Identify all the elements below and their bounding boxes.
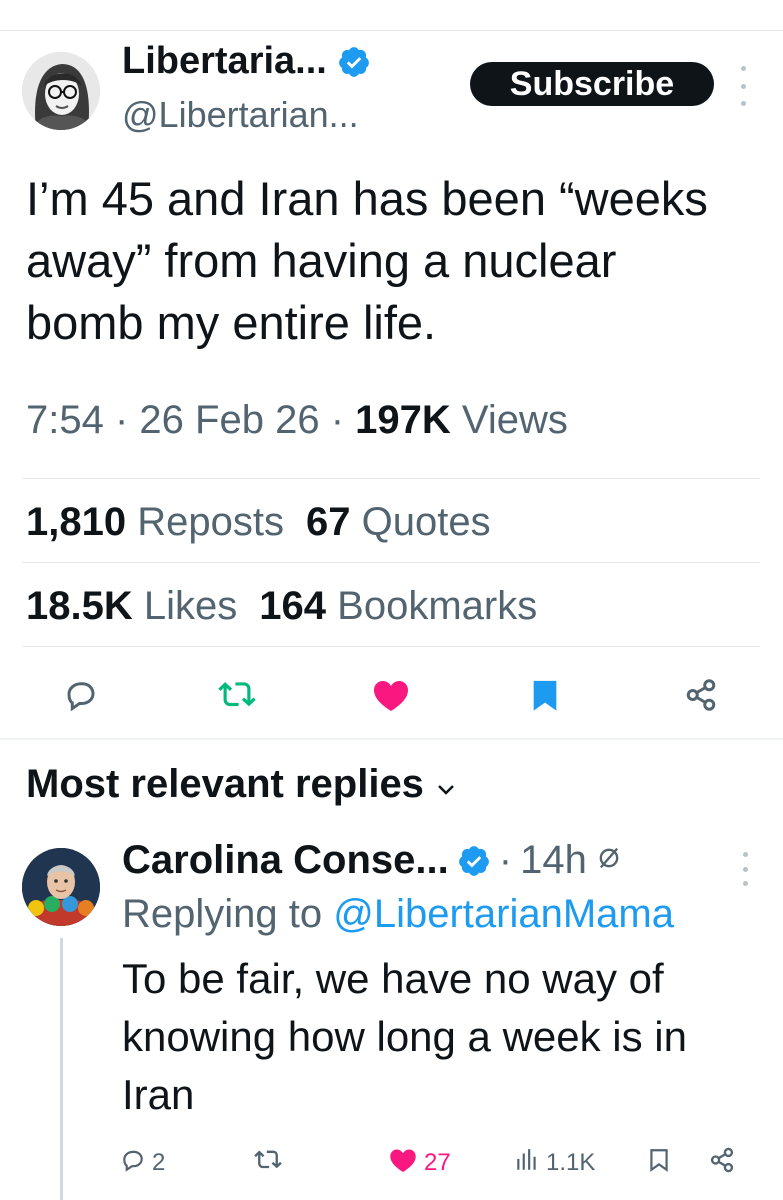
repost-icon[interactable]: [212, 670, 262, 720]
reposts-stat[interactable]: 1,810 Reposts: [26, 500, 284, 544]
views-count: 197K: [355, 398, 451, 442]
divider: [22, 646, 760, 647]
reply-more-dots-icon[interactable]: [738, 852, 752, 886]
quotes-stat[interactable]: 67 Quotes: [306, 500, 491, 544]
reply-comment-count: 2: [152, 1149, 166, 1176]
bookmarks-count: 164: [259, 584, 327, 628]
reply-like-button[interactable]: 27: [388, 1146, 451, 1180]
views-label: Views: [461, 398, 568, 442]
subscribe-button[interactable]: Subscribe: [470, 62, 714, 106]
author-avatar[interactable]: [22, 52, 100, 130]
more-dots-icon[interactable]: [736, 66, 750, 106]
bookmarks-stat[interactable]: 164 Bookmarks: [259, 584, 537, 628]
tweet-text: I’m 45 and Iran has been “weeks away” fr…: [26, 172, 708, 349]
reply-author-avatar[interactable]: [22, 848, 100, 926]
reply-like-count: 27: [424, 1149, 451, 1176]
reply-bubble-icon: [120, 1147, 146, 1180]
reply-separator: ·: [498, 838, 513, 882]
repost-arrows-icon: [254, 1146, 282, 1181]
likes-stat[interactable]: 18.5K Likes: [26, 584, 237, 628]
author-name-line[interactable]: Libertaria...: [122, 40, 371, 83]
replies-title: Most relevant replies: [26, 762, 424, 806]
quotes-count: 67: [305, 500, 351, 544]
replying-prefix: Replying to: [122, 892, 323, 936]
bookmark-outline-icon: [646, 1145, 672, 1182]
reply-icon[interactable]: [56, 670, 106, 720]
replies-sort-dropdown[interactable]: Most relevant replies: [26, 762, 456, 807]
reply-header: Carolina Conse... · 14h: [122, 838, 623, 883]
section-divider: [0, 738, 783, 740]
reply-views-button[interactable]: 1.1K: [514, 1146, 595, 1180]
reply-comment-button[interactable]: 2: [120, 1146, 165, 1180]
heart-icon: [388, 1145, 418, 1182]
bar-chart-icon: [514, 1147, 540, 1180]
quotes-label: Quotes: [361, 500, 491, 544]
reply-view-count: 1.1K: [546, 1149, 596, 1176]
stats-row-reposts: 1,810 Reposts 67 Quotes: [26, 500, 491, 545]
meta-separator: ·: [114, 398, 140, 442]
bookmarks-label: Bookmarks: [337, 584, 538, 628]
meta-separator: ·: [330, 398, 356, 442]
reply-text: To be fair, we have no way of knowing ho…: [122, 955, 687, 1118]
divider: [22, 562, 760, 563]
reposts-count: 1,810: [26, 500, 127, 544]
replying-handle-link[interactable]: @LibertarianMama: [333, 892, 674, 936]
slashed-circle-icon: [595, 844, 623, 877]
divider: [22, 478, 760, 479]
share-icon[interactable]: [676, 670, 726, 720]
replying-to: Replying to @LibertarianMama: [122, 892, 674, 937]
reply-share-button[interactable]: [708, 1146, 736, 1180]
reposts-label: Reposts: [137, 500, 284, 544]
thread-line: [60, 938, 63, 1200]
likes-count: 18.5K: [26, 584, 133, 628]
author-name[interactable]: Libertaria...: [122, 40, 327, 83]
tweet-time[interactable]: 7:54: [26, 398, 104, 442]
reply-author-name[interactable]: Carolina Conse...: [122, 838, 449, 883]
bookmark-icon[interactable]: [520, 670, 570, 720]
likes-label: Likes: [143, 584, 238, 628]
reply-bookmark-button[interactable]: [646, 1146, 672, 1180]
verified-badge-icon: [337, 45, 371, 79]
top-divider: [0, 30, 783, 31]
like-heart-icon[interactable]: [366, 670, 416, 720]
tweet-meta: 7:54 · 26 Feb 26 · 197K Views: [26, 398, 568, 443]
reply-time[interactable]: 14h: [520, 838, 587, 883]
author-handle[interactable]: @Libertarian...: [122, 94, 359, 136]
stats-row-likes: 18.5K Likes 164 Bookmarks: [26, 584, 537, 629]
share-icon: [708, 1146, 736, 1181]
verified-badge-icon: [457, 844, 491, 878]
chevron-down-icon: [436, 762, 456, 807]
reply-repost-button[interactable]: [254, 1146, 282, 1180]
tweet-date[interactable]: 26 Feb 26: [139, 398, 319, 442]
